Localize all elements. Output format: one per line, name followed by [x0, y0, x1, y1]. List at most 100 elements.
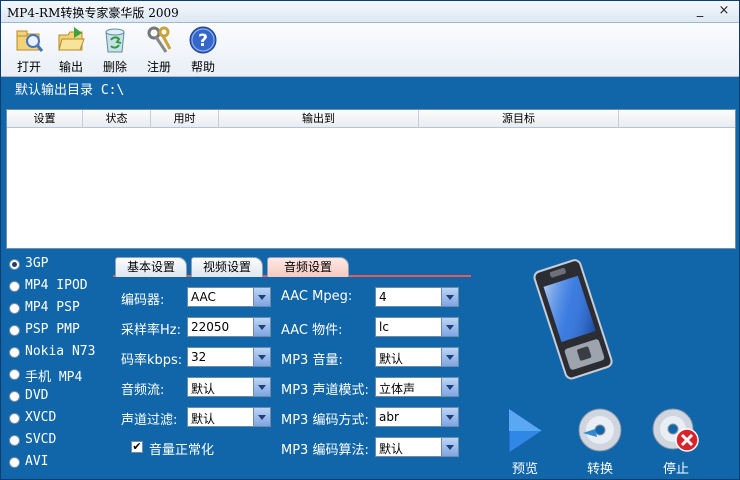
window-title: MP4-RM转换专家豪华版 2009 [7, 6, 179, 20]
audio-stream-select[interactable]: 默认 [187, 377, 271, 397]
aac-object-value: lc [379, 320, 389, 334]
chevron-down-icon [441, 378, 458, 396]
format-nokia-n73[interactable]: Nokia N73 [7, 343, 107, 363]
radio-icon [9, 369, 20, 380]
column-time[interactable]: 用时 [151, 110, 219, 128]
column-settings[interactable]: 设置 [7, 110, 83, 128]
disc-icon [578, 408, 622, 452]
channel-filter-select[interactable]: 默认 [187, 407, 271, 427]
radio-icon [9, 391, 20, 402]
help-button[interactable]: ? 帮助 [183, 25, 223, 75]
aac-mpeg-select[interactable]: 4 [375, 287, 459, 307]
aac-mpeg-label: AAC Mpeg: [281, 289, 353, 304]
chevron-down-icon [253, 288, 270, 306]
mp3-channel-mode-value: 立体声 [379, 382, 416, 396]
chevron-down-icon [253, 408, 270, 426]
format-xvcd[interactable]: XVCD [7, 409, 107, 429]
convert-button[interactable]: 转换 [577, 407, 623, 477]
conversion-list[interactable]: 设置 状态 用时 输出到 源目标 [6, 109, 736, 249]
encoder-value: AAC [191, 290, 216, 304]
encoder-label: 编码器: [121, 293, 165, 308]
format-mp4-psp[interactable]: MP4 PSP [7, 299, 107, 319]
open-folder-icon [16, 30, 44, 52]
close-button[interactable]: × [715, 3, 733, 21]
column-output[interactable]: 输出到 [219, 110, 419, 128]
radio-icon [9, 347, 20, 358]
format-label: SVCD [25, 432, 57, 447]
preview-label: 预览 [511, 462, 538, 477]
chevron-down-icon [441, 408, 458, 426]
format-dvd[interactable]: DVD [7, 387, 107, 407]
tab-audio[interactable]: 音频设置 [267, 257, 349, 277]
bitrate-label: 码率kbps: [121, 353, 183, 368]
delete-label: 删除 [102, 60, 127, 74]
play-icon [508, 408, 543, 454]
audio-stream-value: 默认 [191, 382, 216, 396]
stop-label: 停止 [662, 462, 689, 477]
svg-text:?: ? [198, 31, 208, 51]
stop-button[interactable]: 停止 [651, 407, 701, 477]
column-status[interactable]: 状态 [83, 110, 151, 128]
minimize-button[interactable]: _ [691, 3, 709, 21]
format-mp4-ipod[interactable]: MP4 IPOD [7, 277, 107, 297]
bitrate-select[interactable]: 32 [187, 347, 271, 367]
title-bar: MP4-RM转换专家豪华版 2009 _ × [1, 1, 739, 23]
mp3-channel-mode-select[interactable]: 立体声 [375, 377, 459, 397]
open-button[interactable]: 打开 [9, 25, 49, 75]
mp3-encode-mode-select[interactable]: abr [375, 407, 459, 427]
radio-icon [9, 435, 20, 446]
chevron-down-icon [253, 318, 270, 336]
format-label: 手机 MP4 [25, 370, 83, 385]
format-3gp[interactable]: 3GP [7, 255, 107, 275]
mp3-encode-mode-label: MP3 编码方式: [281, 413, 369, 428]
chevron-down-icon [253, 378, 270, 396]
aac-object-label: AAC 物件: [281, 323, 343, 338]
mp3-volume-value: 默认 [379, 352, 404, 366]
mp3-algorithm-label: MP3 编码算法: [281, 443, 369, 458]
chevron-down-icon [253, 348, 270, 366]
help-icon: ? [189, 26, 217, 54]
mp3-channel-mode-label: MP3 声道模式: [281, 383, 369, 398]
format-label: DVD [25, 388, 49, 403]
format-avi[interactable]: AVI [7, 453, 107, 473]
chevron-down-icon [441, 318, 458, 336]
normalize-checkbox[interactable]: ✔ [131, 441, 143, 453]
format-svcd[interactable]: SVCD [7, 431, 107, 451]
format-psp-pmp[interactable]: PSP PMP [7, 321, 107, 341]
sample-rate-select[interactable]: 22050 [187, 317, 271, 337]
output-button[interactable]: 输出 [51, 25, 91, 75]
output-folder-icon [58, 27, 85, 51]
format-label: MP4 IPOD [25, 278, 88, 293]
column-source[interactable]: 源目标 [419, 110, 619, 128]
mp3-encode-mode-value: abr [379, 410, 399, 424]
chevron-down-icon [441, 348, 458, 366]
channel-filter-value: 默认 [191, 412, 216, 426]
register-button[interactable]: 注册 [139, 25, 179, 75]
preview-button[interactable]: 预览 [505, 408, 545, 477]
mp3-algorithm-select[interactable]: 默认 [375, 437, 459, 457]
radio-icon [9, 457, 20, 468]
tab-basic[interactable]: 基本设置 [115, 257, 187, 277]
mp3-volume-select[interactable]: 默认 [375, 347, 459, 367]
disc-stop-icon [652, 408, 699, 452]
format-label: 3GP [25, 256, 49, 271]
audio-stream-label: 音频流: [121, 383, 165, 398]
encoder-select[interactable]: AAC [187, 287, 271, 307]
normalize-label: 音量正常化 [149, 443, 215, 458]
tab-video[interactable]: 视频设置 [191, 257, 263, 277]
open-label: 打开 [16, 60, 41, 74]
radio-icon [9, 325, 20, 336]
radio-icon [9, 259, 20, 270]
mp3-algorithm-value: 默认 [379, 442, 404, 456]
register-label: 注册 [146, 60, 171, 74]
sample-rate-label: 采样率Hz: [121, 323, 181, 338]
output-label: 输出 [58, 60, 83, 74]
format-label: AVI [25, 454, 49, 469]
delete-button[interactable]: 删除 [95, 25, 135, 75]
radio-icon [9, 303, 20, 314]
format-mobile-mp4[interactable]: 手机 MP4 [7, 365, 107, 385]
help-label: 帮助 [190, 60, 215, 74]
format-label: XVCD [25, 410, 57, 425]
app-window: MP4-RM转换专家豪华版 2009 _ × 打开 输出 删除 注册 ? 帮助 … [0, 0, 740, 480]
aac-object-select[interactable]: lc [375, 317, 459, 337]
